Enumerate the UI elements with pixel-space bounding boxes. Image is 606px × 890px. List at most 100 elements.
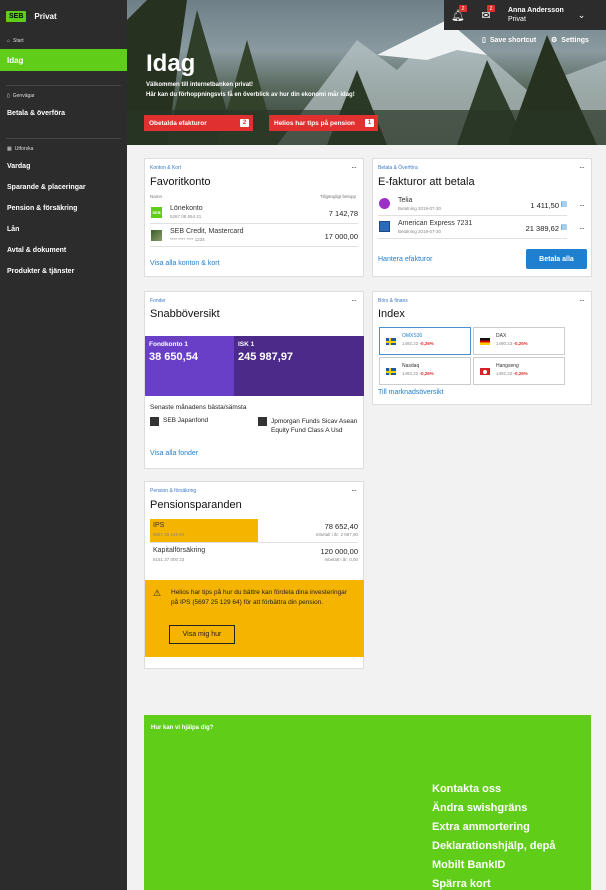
help-question: Hur kan vi hjälpa dig? [151,725,214,731]
sidebar-item-sparande[interactable]: Sparande & placeringar [0,177,127,198]
more-icon[interactable]: ··· [579,163,585,172]
document-icon[interactable]: ▤ [560,200,567,208]
index-value-number: 1492,22 [496,371,513,376]
sidebar-item-betala[interactable]: Betala & överföra [0,103,127,124]
more-icon[interactable]: ··· [579,296,585,305]
account-amount: 17 000,00 [324,232,358,241]
index-tile-nasdaq[interactable]: Nasdaq 1492,22 -0,26% [379,357,471,385]
notifications-button[interactable]: 🔔︎ 2 [444,0,472,30]
sidebar-item-produkter[interactable]: Produkter & tjänster [0,261,127,282]
help-link-amortization[interactable]: Extra ammortering [432,821,530,833]
settings-button[interactable]: ⚙ Settings [551,36,589,45]
fund-tile-2[interactable]: ISK 1 245 987,97 [234,336,364,396]
show-me-how-button[interactable]: Visa mig hur [169,625,235,644]
column-amount: Tillgängligt belopp [319,194,356,199]
invoice-amount: 21 389,62 [525,224,559,233]
index-value-number: 1492,22 [402,341,419,346]
account-row[interactable]: SEB Lönekonto 5267 08 654 21 7 142,78 [150,202,358,224]
help-link-declaration[interactable]: Deklarationshjälp, depå [432,840,555,852]
best-fund-name[interactable]: SEB Japanfond [163,417,208,424]
pension-tips-label: Helios har tips på pension [274,119,355,127]
chevron-down-icon[interactable]: ⌄ [578,10,586,21]
help-link-bankid[interactable]: Mobilt BankID [432,859,505,871]
pension-row[interactable]: IPS 5697 25 129 64 78 652,40 Inbetalt i … [150,519,358,543]
unpaid-invoices-button[interactable]: Obetalda efakturor 2 [144,115,253,131]
account-row[interactable]: SEB Credit, Mastercard **** **** **** 12… [150,225,358,247]
seb-logo[interactable]: SEB [6,10,27,22]
market-overview-link[interactable]: Till marknadsöversikt [378,389,443,396]
more-icon[interactable]: ··· [351,296,357,305]
pension-number: 6151 37 000 23 [153,557,185,562]
sidebar-item-idag[interactable]: Idag [0,49,127,71]
index-value: 1492,22 -0,26% [402,341,434,346]
invoice-date: Betalning 2019-07-30 [398,206,442,211]
index-name: Hangseng [496,363,519,369]
index-name: Nasdaq [402,363,420,369]
index-change: -0,26% [419,341,434,346]
card-category: Börs & finans [378,298,408,304]
pension-amount: 120 000,00 [320,547,358,556]
more-icon[interactable]: ··· [579,201,585,210]
document-icon[interactable]: ▤ [560,223,567,231]
pension-name: Kapitalförsäkring [153,547,206,554]
sidebar-item-lan[interactable]: Lån [0,219,127,240]
index-tile-dax[interactable]: DAX 1490,23 -0,26% [473,327,565,355]
gear-icon: ⚙ [551,37,558,44]
sidebar-item-avtal[interactable]: Avtal & dokument [0,240,127,261]
efakturor-card: Betala & Överföra ··· E-fakturor att bet… [372,158,592,277]
unpaid-invoices-badge: 2 [240,119,249,127]
pension-tips-button[interactable]: Helios har tips på pension 1 [269,115,378,131]
account-name: Lönekonto [170,205,203,212]
ips-highlight-bar [150,519,258,542]
help-link-contact[interactable]: Kontakta oss [432,783,501,795]
sidebar-item-vardag[interactable]: Vardag [0,156,127,177]
worst-fund-name[interactable]: Jpmorgan Funds Sicav Asean Equity Fund C… [271,417,361,435]
pension-number: 5697 25 129 64 [153,532,185,537]
column-name: Namn [150,194,163,199]
fund-tile-1[interactable]: Fondkonto 1 38 650,54 [145,336,234,396]
explore-label: Utforska [14,146,34,152]
bookmark-icon: ▯ [482,37,486,44]
home-icon: ⌂ [7,38,11,44]
card-category: Fonder [150,298,166,304]
view-all-funds-link[interactable]: Visa alla fonder [150,450,198,457]
card-category: Pension & försäkring [150,488,197,494]
favorites-card: Konton & Kort ··· Favoritkonto Namn Till… [144,158,364,277]
card-title: Favoritkonto [150,176,211,188]
start-label: Start [13,38,24,44]
more-icon[interactable]: ··· [351,163,357,172]
sidebar-item-pension[interactable]: Pension & försäkring [0,198,127,219]
best-fund-marker [150,417,159,426]
pension-row[interactable]: Kapitalförsäkring 6151 37 000 23 120 000… [150,544,358,568]
best-worst-label: Senaste månadens bästa/sämsta [150,404,247,411]
user-menu[interactable]: Anna Andersson Privat [508,6,564,24]
index-card: Börs & finans ··· Index OMXS30 1492,22 -… [372,291,592,405]
more-icon[interactable]: ··· [351,486,357,495]
welcome-text: Välkommen till internetbanken privat! [146,82,254,88]
pension-tips-badge: 1 [365,119,374,127]
seb-icon: SEB [151,207,162,218]
save-shortcut-button[interactable]: ▯ Save shortcut [482,36,536,45]
help-section: Hur kan vi hjälpa dig? Kontakta oss Ändr… [144,715,591,890]
brand: SEB Privat [0,0,127,32]
index-tile-omxs30[interactable]: OMXS30 1492,22 -0,26% [379,327,471,355]
unpaid-invoices-label: Obetalda efakturor [149,119,207,127]
more-icon[interactable]: ··· [579,224,585,233]
manage-efakturor-link[interactable]: Hantera efakturor [378,256,432,263]
index-name: OMXS30 [402,333,423,339]
help-link-swish[interactable]: Ändra swishgräns [432,802,527,814]
invoice-row[interactable]: American Express 7231 Betalning 2019-07-… [378,217,567,239]
index-value: 1492,22 -0,26% [402,371,434,376]
pension-deposited: Inbetalt i år: 0,00 [324,557,358,562]
index-tile-hangseng[interactable]: Hangseng 1492,22 -0,26% [473,357,565,385]
top-bar: 🔔︎ 2 ✉ 2 Anna Andersson Privat ⌄ [444,0,606,30]
index-value-number: 1492,22 [402,371,419,376]
invoice-amount: 1 411,50 [530,201,559,210]
card-icon [151,230,162,241]
invoice-row[interactable]: Telia Betalning 2019-07-30 1 411,50 ▤ [378,194,567,216]
messages-button[interactable]: ✉ 2 [472,0,500,30]
card-title: Pensionsparanden [150,499,242,511]
help-link-block-card[interactable]: Spärra kort [432,878,491,890]
view-all-accounts-link[interactable]: Visa alla konton & kort [150,260,220,267]
pay-all-button[interactable]: Betala alla [526,249,587,269]
